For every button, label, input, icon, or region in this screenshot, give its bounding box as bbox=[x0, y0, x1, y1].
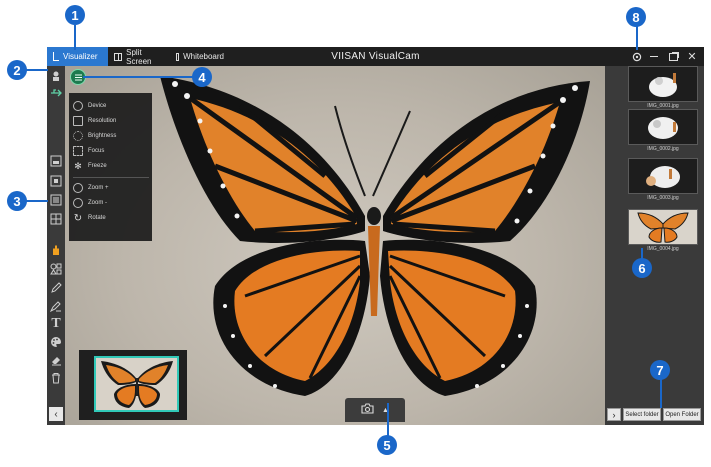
menu-icon bbox=[74, 76, 82, 78]
callout-line bbox=[660, 378, 662, 408]
gallery-caption: IMG_0002.jpg bbox=[647, 146, 679, 152]
menu-item-device[interactable]: Device bbox=[73, 99, 149, 113]
callout-1: 1 bbox=[65, 5, 85, 25]
split-screen-icon bbox=[114, 52, 123, 61]
select-folder-button[interactable]: Select folder bbox=[623, 408, 661, 421]
preview-navigator[interactable] bbox=[79, 350, 187, 420]
whiteboard-icon bbox=[176, 52, 180, 61]
left-toolbar: T ‹ bbox=[47, 66, 65, 425]
title-bar: Visualizer Split Screen Whiteboard VIISA… bbox=[47, 47, 704, 66]
collapse-gallery-button[interactable]: › bbox=[607, 408, 621, 421]
gallery-thumbnail bbox=[628, 158, 698, 194]
square-icon[interactable] bbox=[48, 192, 64, 208]
collapse-toolbar-button[interactable]: ‹ bbox=[49, 407, 63, 421]
tab-whiteboard-label: Whiteboard bbox=[183, 52, 224, 61]
menu-item-rotate[interactable]: ↻ Rotate bbox=[73, 211, 149, 225]
menu-item-label: Focus bbox=[88, 148, 105, 154]
minimize-icon[interactable] bbox=[645, 47, 663, 66]
focus-icon bbox=[73, 146, 83, 156]
menu-item-freeze[interactable]: ✻ Freeze bbox=[73, 159, 149, 173]
gallery-item[interactable]: IMG_0001.jpg bbox=[625, 66, 701, 109]
callout-line bbox=[636, 25, 638, 50]
text-icon[interactable]: T bbox=[48, 316, 64, 332]
menu-item-zoom-in[interactable]: Zoom + bbox=[73, 181, 149, 195]
menu-item-label: Zoom - bbox=[88, 200, 108, 206]
gallery-item[interactable]: IMG_0003.jpg bbox=[625, 158, 701, 201]
menu-divider bbox=[73, 177, 149, 178]
gallery-item[interactable]: IMG_0002.jpg bbox=[625, 109, 701, 152]
callout-line bbox=[26, 200, 48, 202]
freeze-icon: ✻ bbox=[74, 160, 82, 171]
eraser-icon[interactable] bbox=[48, 352, 64, 368]
menu-item-label: Device bbox=[88, 103, 107, 109]
callout-4: 4 bbox=[192, 67, 212, 87]
menu-item-label: Freeze bbox=[88, 163, 107, 169]
tab-whiteboard[interactable]: Whiteboard bbox=[170, 47, 230, 66]
callout-8: 8 bbox=[626, 7, 646, 27]
callout-2: 2 bbox=[7, 60, 27, 80]
gallery-thumbnail bbox=[628, 109, 698, 145]
layout-icon[interactable] bbox=[48, 153, 64, 169]
preview-thumbnail bbox=[94, 356, 179, 412]
camera-source-icon[interactable] bbox=[48, 68, 64, 84]
stop-icon[interactable] bbox=[48, 173, 64, 189]
callout-6: 6 bbox=[632, 258, 652, 278]
callout-line bbox=[26, 69, 48, 71]
open-folder-button[interactable]: Open Folder bbox=[663, 408, 701, 421]
callout-7: 7 bbox=[650, 360, 670, 380]
camera-settings-menu: Device Resolution Brightness Focus ✻ Fre… bbox=[69, 93, 152, 241]
camera-live-view[interactable]: Device Resolution Brightness Focus ✻ Fre… bbox=[65, 66, 605, 425]
pen-icon[interactable] bbox=[48, 280, 64, 296]
device-icon bbox=[73, 101, 83, 111]
menu-item-label: Rotate bbox=[88, 215, 106, 221]
menu-item-brightness[interactable]: Brightness bbox=[73, 129, 149, 143]
gallery-item[interactable]: IMG_0004.jpg bbox=[625, 209, 701, 252]
tab-split-screen-label: Split Screen bbox=[126, 47, 152, 66]
rotate-icon: ↻ bbox=[73, 212, 83, 224]
menu-item-zoom-out[interactable]: Zoom - bbox=[73, 196, 149, 210]
menu-item-focus[interactable]: Focus bbox=[73, 144, 149, 158]
callout-line bbox=[83, 76, 193, 78]
tab-visualizer-label: Visualizer bbox=[63, 52, 98, 61]
callout-line bbox=[74, 25, 76, 50]
tab-visualizer[interactable]: Visualizer bbox=[47, 47, 108, 66]
zoom-out-icon bbox=[73, 198, 83, 208]
capture-bar: ▲ bbox=[345, 398, 405, 422]
close-icon[interactable]: ✕ bbox=[683, 47, 701, 66]
menu-item-label: Brightness bbox=[88, 133, 117, 139]
gallery-caption: IMG_0004.jpg bbox=[647, 246, 679, 252]
trash-icon[interactable] bbox=[48, 370, 64, 386]
highlighter-icon[interactable] bbox=[48, 298, 64, 314]
resolution-icon bbox=[73, 116, 83, 126]
shapes-icon[interactable] bbox=[48, 261, 64, 277]
gallery-thumbnail bbox=[628, 209, 698, 245]
callout-3: 3 bbox=[7, 191, 27, 211]
visualcam-window: Visualizer Split Screen Whiteboard VIISA… bbox=[47, 47, 704, 425]
usb-icon[interactable] bbox=[48, 85, 64, 101]
brightness-icon bbox=[73, 131, 83, 141]
menu-item-label: Zoom + bbox=[88, 185, 109, 191]
palette-icon[interactable] bbox=[48, 334, 64, 350]
visualizer-icon bbox=[53, 52, 59, 61]
restore-icon[interactable] bbox=[664, 47, 682, 66]
callout-line bbox=[387, 403, 389, 437]
grid-icon[interactable] bbox=[48, 211, 64, 227]
gallery-thumbnail bbox=[628, 66, 698, 102]
tab-split-screen[interactable]: Split Screen bbox=[108, 47, 170, 66]
callout-5: 5 bbox=[377, 435, 397, 455]
zoom-in-icon bbox=[73, 183, 83, 193]
menu-item-resolution[interactable]: Resolution bbox=[73, 114, 149, 128]
menu-item-label: Resolution bbox=[88, 118, 117, 124]
capture-camera-icon[interactable] bbox=[361, 401, 374, 419]
gallery-caption: IMG_0003.jpg bbox=[647, 195, 679, 201]
hand-icon[interactable] bbox=[48, 242, 64, 258]
